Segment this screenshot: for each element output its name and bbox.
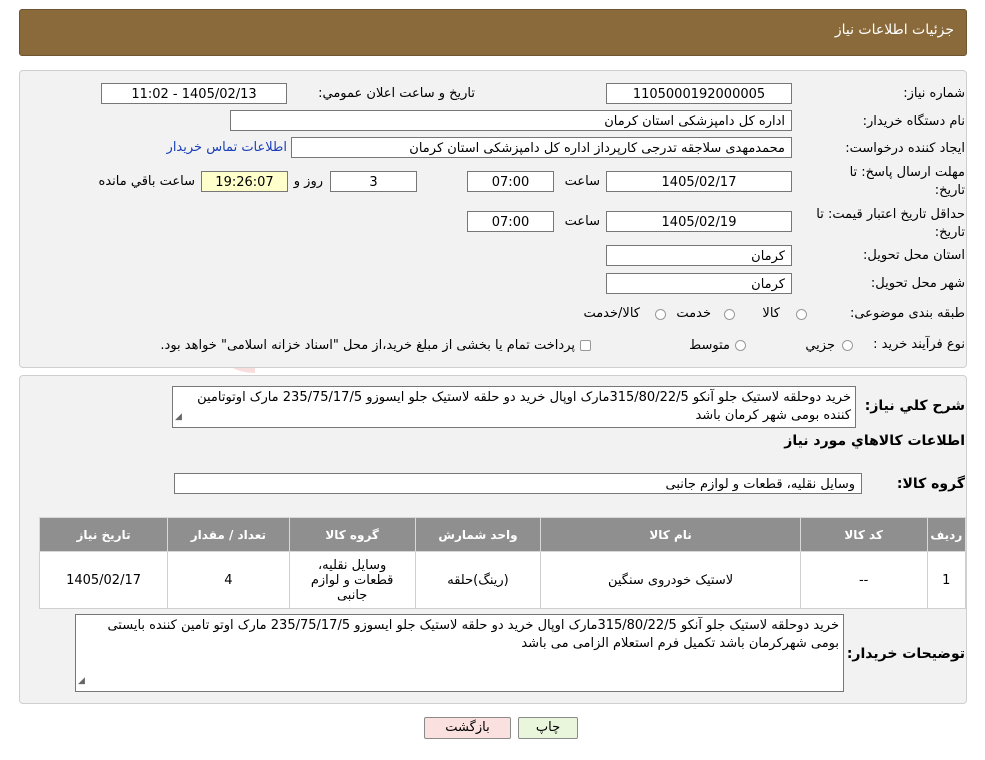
- deadline-date-field: 1405/02/17: [606, 171, 792, 192]
- page-title: جزئیات اطلاعات نیاز: [834, 22, 954, 38]
- city-field: کرمان: [606, 273, 792, 294]
- contact-buyer-link[interactable]: اطلاعات تماس خريدار: [167, 140, 287, 155]
- col-code: کد کالا: [799, 517, 928, 552]
- validity-date-field: 1405/02/19: [606, 211, 792, 232]
- category-option-service: خدمت: [676, 306, 711, 321]
- cell-date: 1405/02/17: [38, 551, 169, 609]
- cell-group: وسايل نقليه، قطعات و لوازم جانبی: [288, 551, 416, 609]
- days-label: روز و: [293, 174, 323, 189]
- validity-label-line2: تاريخ:: [934, 225, 965, 240]
- remaining-time-field: 19:26:07: [201, 171, 288, 192]
- cell-code: --: [799, 551, 928, 609]
- cell-name: لاستيک خودروی سنگين: [540, 551, 801, 609]
- goods-group-label: گروه کالا:: [896, 476, 965, 492]
- province-label: استان محل تحويل:: [863, 248, 965, 263]
- province-field: کرمان: [606, 245, 792, 266]
- deadline-time-field: 07:00: [467, 171, 554, 192]
- category-label: طبقه بندی موضوعی:: [849, 306, 965, 321]
- col-group: گروه کالا: [288, 517, 416, 552]
- buyer-org-label: نام دستگاه خريدار:: [862, 114, 965, 129]
- summary-label: شرح کلي نياز:: [864, 398, 965, 414]
- process-note-checkbox[interactable]: [580, 340, 591, 351]
- page-header: جزئیات اطلاعات نیاز: [19, 9, 967, 56]
- process-option-medium: متوسط: [689, 338, 730, 353]
- deadline-label-line1: مهلت ارسال پاسخ: تا: [849, 165, 965, 180]
- category-radio-service[interactable]: [724, 309, 735, 320]
- resize-handle-icon[interactable]: ◢: [175, 408, 182, 426]
- cell-row: 1: [926, 551, 967, 609]
- days-remaining-field: 3: [330, 171, 417, 192]
- remaining-label: ساعت باقي مانده: [98, 174, 195, 189]
- validity-label-line1: حداقل تاريخ اعتبار قيمت: تا: [816, 207, 965, 222]
- goods-table-header: رديف کد کالا نام کالا واحد شمارش گروه کا…: [38, 517, 967, 552]
- goods-group-field: وسايل نقليه، قطعات و لوازم جانبی: [174, 473, 862, 494]
- print-button[interactable]: چاپ: [518, 717, 578, 739]
- category-radio-goods-service[interactable]: [655, 309, 666, 320]
- process-note: پرداخت تمام يا بخشی از مبلغ خريد،از محل …: [160, 338, 575, 353]
- col-date: تاريخ نياز: [38, 517, 169, 552]
- category-option-goods-service: کالا/خدمت: [583, 306, 640, 321]
- creator-label: ايجاد کننده درخواست:: [845, 141, 965, 156]
- category-radio-goods[interactable]: [796, 309, 807, 320]
- buyer-notes-text: خريد دوحلقه لاستيک جلو آنکو 315/80/22/5م…: [107, 618, 839, 651]
- buyer-notes-textarea[interactable]: خريد دوحلقه لاستيک جلو آنکو 315/80/22/5م…: [75, 614, 844, 692]
- process-radio-minor[interactable]: [842, 340, 853, 351]
- validity-time-label: ساعت: [564, 214, 600, 229]
- process-radio-medium[interactable]: [735, 340, 746, 351]
- col-unit: واحد شمارش: [414, 517, 542, 552]
- need-number-label: شماره نیاز:: [903, 86, 965, 101]
- deadline-time-label: ساعت: [564, 174, 600, 189]
- need-number-field: 1105000192000005: [606, 83, 792, 104]
- col-qty: تعداد / مقدار: [167, 517, 290, 552]
- cell-qty: 4: [167, 551, 290, 609]
- city-label: شهر محل تحويل:: [870, 276, 965, 291]
- process-label: نوع فرآيند خريد :: [873, 337, 965, 352]
- creator-field: محمدمهدی سلاجقه تدرجی کارپرداز اداره کل …: [291, 137, 792, 158]
- summary-text: خريد دوحلقه لاستيک جلو آنکو 315/80/22/5م…: [197, 390, 851, 423]
- resize-handle-icon[interactable]: ◢: [78, 672, 85, 690]
- col-row: رديف: [926, 517, 967, 552]
- deadline-label-line2: تاريخ:: [934, 183, 965, 198]
- announce-datetime-field: 1405/02/13 - 11:02: [101, 83, 287, 104]
- category-option-goods: کالا: [762, 306, 780, 321]
- col-name: نام کالا: [540, 517, 801, 552]
- validity-time-field: 07:00: [467, 211, 554, 232]
- announce-label: تاریخ و ساعت اعلان عمومي:: [318, 86, 475, 101]
- goods-table: رديف کد کالا نام کالا واحد شمارش گروه کا…: [38, 517, 967, 609]
- summary-textarea[interactable]: خريد دوحلقه لاستيک جلو آنکو 315/80/22/5م…: [172, 386, 856, 428]
- process-option-minor: جزيي: [805, 338, 835, 353]
- buyer-org-field: اداره کل دامپزشکی استان کرمان: [230, 110, 792, 131]
- goods-info-title: اطلاعات کالاهاي مورد نياز: [784, 433, 965, 449]
- cell-unit: (رينگ)حلقه: [414, 551, 542, 609]
- buyer-notes-label: توضيحات خريدار:: [846, 646, 965, 662]
- back-button[interactable]: بازگشت: [424, 717, 511, 739]
- table-row: 1 -- لاستيک خودروی سنگين (رينگ)حلقه وساي…: [38, 551, 967, 609]
